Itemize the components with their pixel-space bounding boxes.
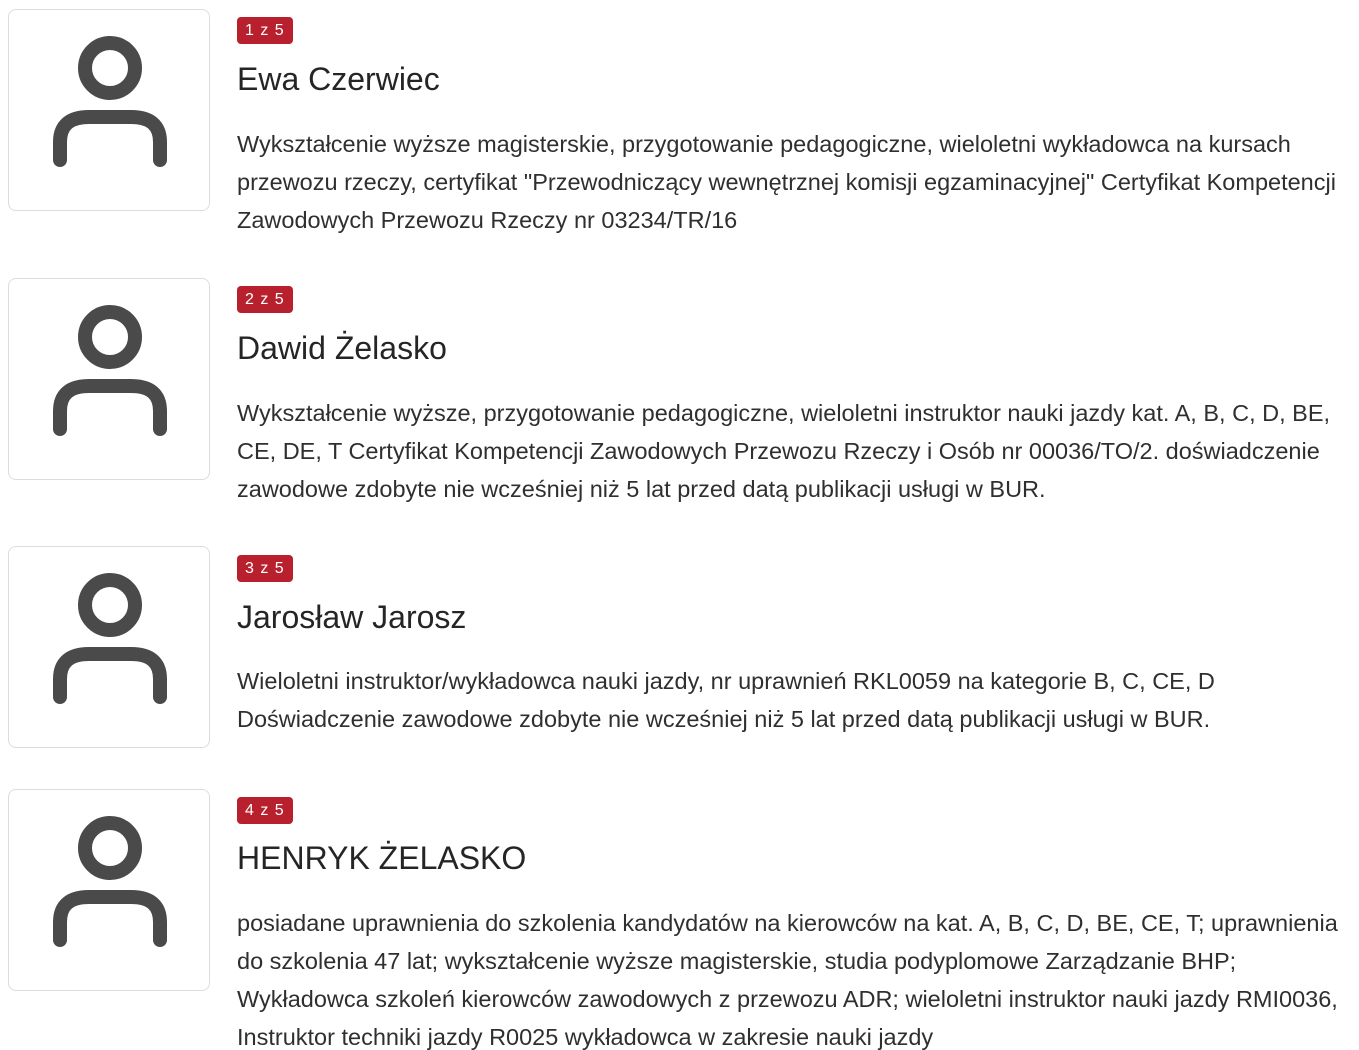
- counter-badge: 2 z 5: [237, 286, 293, 313]
- trainer-description: Wykształcenie wyższe magisterskie, przyg…: [237, 131, 1336, 233]
- trainer-description: posiadane uprawnienia do szkolenia kandy…: [237, 910, 1338, 1050]
- avatar: [8, 546, 210, 748]
- avatar: [8, 278, 210, 480]
- user-icon: [53, 816, 167, 947]
- trainer-name: Dawid Żelasko: [237, 330, 447, 366]
- counter-badge: 4 z 5: [237, 797, 293, 824]
- counter-badge: 3 z 5: [237, 555, 293, 582]
- counter-badge: 1 z 5: [237, 17, 293, 44]
- trainer-name: Jarosław Jarosz: [237, 599, 467, 635]
- avatar: [8, 9, 210, 211]
- user-icon: [53, 573, 167, 704]
- trainer-name: Ewa Czerwiec: [237, 61, 440, 97]
- user-icon: [53, 36, 167, 167]
- user-icon: [53, 305, 167, 436]
- trainer-name: HENRYK ŻELASKO: [237, 840, 527, 876]
- avatar: [8, 789, 210, 991]
- trainer-description: Wieloletni instruktor/wykładowca nauki j…: [237, 668, 1215, 732]
- trainer-description: Wykształcenie wyższe, przygotowanie peda…: [237, 400, 1331, 502]
